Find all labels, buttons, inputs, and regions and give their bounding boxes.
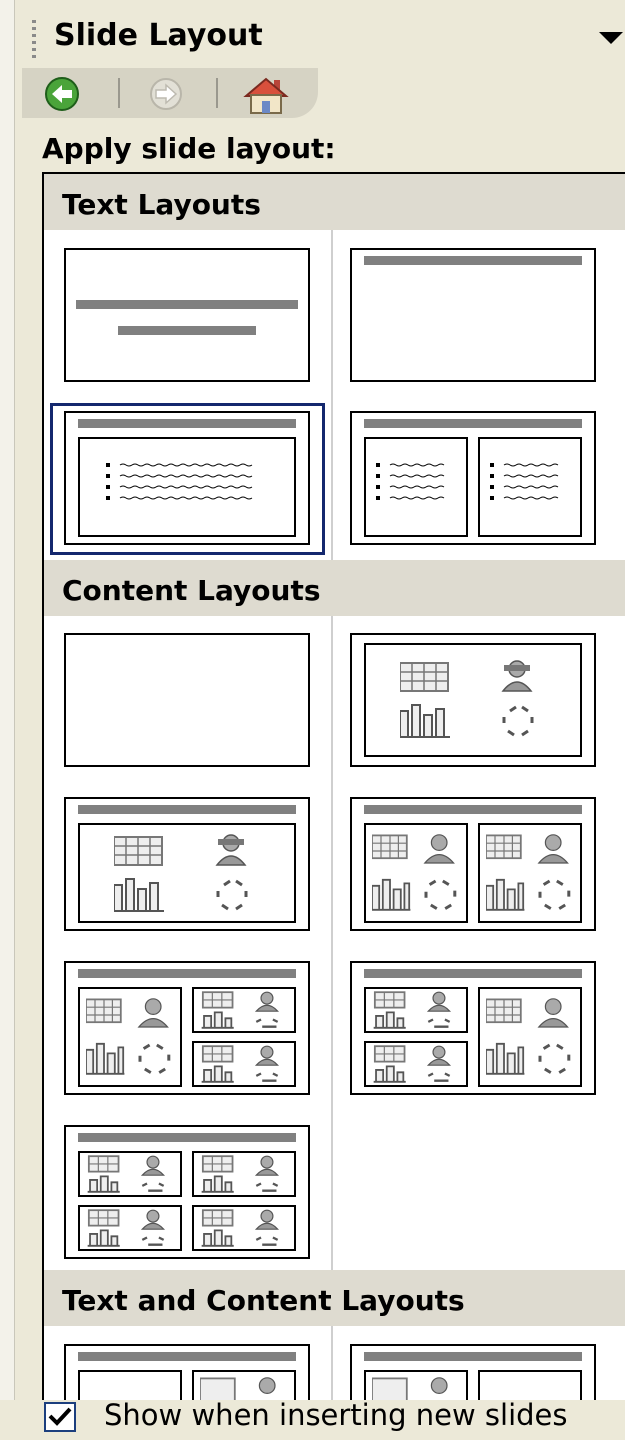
content-icons	[201, 1155, 279, 1193]
title-placeholder	[78, 969, 296, 978]
layout-blank[interactable]	[64, 633, 310, 767]
section-header-text-and-content-layouts: Text and Content Layouts	[44, 1270, 625, 1326]
left-edge	[0, 0, 15, 1440]
section-header-text-layouts: Text Layouts	[44, 174, 625, 230]
content-icons	[87, 1209, 165, 1247]
content-icons	[86, 998, 171, 1075]
back-button[interactable]	[42, 74, 86, 114]
nav-toolbar	[22, 68, 318, 118]
nav-separator	[216, 78, 218, 108]
content-icons	[201, 1209, 279, 1247]
title-placeholder	[78, 419, 296, 428]
title-placeholder	[78, 1133, 296, 1142]
home-icon	[243, 77, 289, 114]
apply-layout-label: Apply slide layout:	[42, 132, 336, 165]
forward-icon	[150, 78, 182, 110]
title-placeholder	[78, 1352, 296, 1361]
title-placeholder	[364, 805, 582, 814]
bullet-text-icon	[490, 463, 559, 500]
title-placeholder	[76, 300, 298, 309]
layout-title-slide[interactable]	[64, 248, 310, 382]
content-icons	[400, 660, 534, 738]
home-button[interactable]	[242, 74, 289, 114]
layout-title-and-2-column-text[interactable]	[350, 411, 596, 545]
layout-content[interactable]	[350, 633, 596, 767]
layout-title-text-and-content[interactable]	[64, 1344, 310, 1402]
content-icons	[486, 998, 571, 1075]
pane-title: Slide Layout	[54, 18, 263, 53]
layout-title-only[interactable]	[350, 248, 596, 382]
show-when-inserting-checkbox[interactable]	[44, 1402, 76, 1432]
content-icons	[201, 1045, 279, 1083]
title-placeholder	[364, 256, 582, 265]
content-icons	[201, 991, 279, 1029]
column-divider	[331, 1326, 333, 1402]
content-icons	[372, 834, 457, 911]
section-label: Text Layouts	[62, 188, 261, 221]
bullet-text-icon	[376, 463, 445, 500]
layout-title-and-2-content[interactable]	[350, 797, 596, 931]
back-icon	[45, 77, 79, 111]
checkmark-icon	[48, 1407, 72, 1426]
pane-grip-handle[interactable]	[32, 20, 36, 58]
column-divider	[331, 616, 333, 1270]
layout-title-and-text[interactable]	[64, 411, 310, 545]
title-placeholder	[364, 1352, 582, 1361]
content-icons	[114, 834, 248, 912]
layout-gallery: Text Layouts Content Layouts Text and Co…	[42, 172, 625, 1404]
forward-button[interactable]	[144, 74, 188, 114]
section-header-content-layouts: Content Layouts	[44, 560, 625, 616]
layout-title-and-content[interactable]	[64, 797, 310, 931]
title-placeholder	[78, 805, 296, 814]
layout-title-content-and-text[interactable]	[350, 1344, 596, 1402]
pane-menu-dropdown-icon[interactable]	[599, 32, 623, 44]
content-icons	[373, 1045, 451, 1083]
show-when-inserting-label[interactable]: Show when inserting new slides	[104, 1398, 568, 1432]
content-icons	[486, 834, 571, 911]
subtitle-placeholder	[118, 326, 256, 335]
layout-title-2-content-and-content[interactable]	[350, 961, 596, 1095]
bullet-text-icon	[106, 463, 253, 500]
title-placeholder	[364, 969, 582, 978]
layout-title-and-4-content[interactable]	[64, 1125, 310, 1259]
layout-title-content-and-2-content[interactable]	[64, 961, 310, 1095]
content-icons	[87, 1155, 165, 1193]
section-label: Content Layouts	[62, 574, 321, 607]
title-placeholder	[364, 419, 582, 428]
content-icons	[373, 991, 451, 1029]
column-divider	[331, 230, 333, 560]
nav-separator	[118, 78, 120, 108]
section-label: Text and Content Layouts	[62, 1284, 465, 1317]
